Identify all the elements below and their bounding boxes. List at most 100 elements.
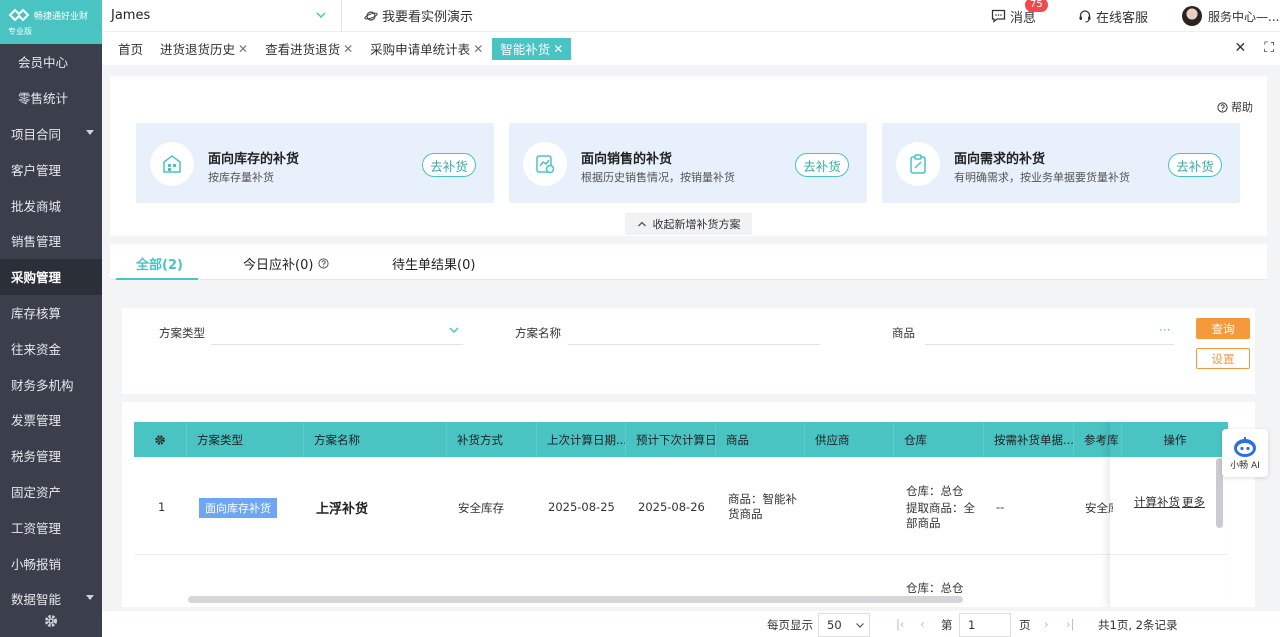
page-tab[interactable]: 查看进货退货 ✕ (257, 38, 361, 60)
more-link[interactable]: 更多 (1182, 494, 1205, 510)
chevron-down-icon[interactable] (448, 324, 460, 336)
sidebar-item-label: 会员中心 (18, 55, 69, 71)
sidebar-item[interactable]: 往来资金 (0, 330, 102, 366)
chevron-down-icon (856, 623, 864, 628)
demo-link[interactable]: 我要看实例演示 (364, 6, 473, 25)
page-tab[interactable]: 进货退货历史 ✕ (152, 38, 256, 60)
extract-goods-cell: 提取商品：全部商品 (906, 501, 975, 530)
replenish-card: 面向销售的补货 根据历史销售情况，按销量补货 去补货 (509, 123, 867, 203)
tab-today[interactable]: 今日应补(0) (243, 254, 330, 273)
sidebar-item[interactable]: 小畅报销 (0, 545, 102, 581)
avatar (1182, 6, 1202, 26)
plan-name: 上浮补货 (316, 502, 369, 517)
chevron-down-icon (316, 11, 326, 18)
column-header[interactable]: 商品 (716, 422, 805, 457)
go-replenish-button[interactable]: 去补货 (795, 153, 849, 177)
page-tab[interactable]: 采购申请单统计表 ✕ (362, 38, 491, 60)
replenish-method: 安全库存 (458, 501, 504, 515)
calc-replenish-link[interactable]: 计算补货 (1134, 494, 1180, 510)
per-page-value: 50 (827, 618, 842, 632)
sidebar-item[interactable]: 税务管理 (0, 438, 102, 474)
sidebar-item[interactable]: 财务多机构 (0, 366, 102, 402)
prev-page-icon[interactable]: ‹ (920, 617, 925, 631)
table-row[interactable]: 仓库：总仓 (134, 556, 1228, 596)
sidebar-item[interactable]: 发票管理 (0, 402, 102, 438)
sidebar-item[interactable]: 工资管理 (0, 509, 102, 545)
column-header[interactable]: 方案名称 (304, 422, 447, 457)
card-title: 面向库存的补货 (208, 152, 300, 167)
column-header[interactable]: 参考库 (1074, 422, 1122, 457)
page-tab[interactable]: 智能补货 ✕ (492, 37, 572, 60)
chevron-up-icon (637, 221, 646, 227)
column-header[interactable]: 补货方式 (447, 422, 537, 457)
close-tab-icon[interactable]: ✕ (238, 42, 248, 56)
sidebar-item-label: 批发商城 (11, 198, 62, 214)
column-header[interactable]: 预计下次计算日期 (626, 422, 716, 457)
brand[interactable]: 畅捷通好业财 专业版 (0, 0, 102, 44)
next-page-icon[interactable]: › (1044, 617, 1049, 631)
demo-label: 我要看实例演示 (382, 10, 474, 25)
page-input[interactable]: 1 (959, 613, 1011, 637)
go-replenish-button[interactable]: 去补货 (1168, 153, 1222, 177)
sidebar-item[interactable]: 采购管理 (0, 258, 102, 295)
plan-name-label: 方案名称 (515, 326, 561, 340)
tab-all[interactable]: 全部(2) (136, 254, 183, 273)
last-page-icon[interactable]: ›| (1066, 617, 1074, 631)
collapse-plans-button[interactable]: 收起新增补货方案 (625, 213, 752, 235)
sidebar-item[interactable]: 固定资产 (0, 474, 102, 510)
settings-gear-icon[interactable] (43, 613, 59, 629)
column-header[interactable]: 方案类型 (187, 422, 304, 457)
sidebar-item-label: 库存核算 (11, 305, 62, 321)
settings-button[interactable]: 设置 (1196, 348, 1250, 369)
close-tab-icon[interactable]: ✕ (473, 42, 483, 56)
replenish-card: 面向需求的补货 有明确需求，按业务单据要货量补货 去补货 (882, 123, 1240, 203)
service-label: 在线客服 (1095, 10, 1148, 26)
sidebar-item[interactable]: 库存核算 (0, 295, 102, 331)
sidebar-item[interactable]: 销售管理 (0, 223, 102, 259)
messages-button[interactable]: 消息 75 (991, 0, 1048, 26)
sidebar-item-label: 工资管理 (11, 520, 62, 536)
tab-pending-label: 待生单结果(0) (392, 258, 476, 273)
page-value: 1 (968, 618, 976, 632)
card-title: 面向需求的补货 (954, 152, 1046, 167)
query-button[interactable]: 查询 (1196, 318, 1250, 339)
sidebar-item[interactable]: 项目合同 (0, 116, 102, 152)
plan-type-select[interactable] (211, 344, 463, 345)
sidebar-item[interactable]: 数据智能 (0, 581, 102, 617)
table-row[interactable]: 1 面向库存补货 上浮补货 安全库存 2025-08-25 2025-08-26… (134, 457, 1228, 555)
sidebar-item[interactable]: 客户管理 (0, 151, 102, 187)
goods-more-button[interactable]: ··· (1159, 323, 1170, 337)
user-name: James (111, 8, 151, 23)
column-header[interactable]: 上次计算日期... (537, 422, 626, 457)
ai-assistant-button[interactable]: 小畅 AI (1222, 429, 1268, 477)
first-page-icon[interactable]: |‹ (896, 617, 904, 631)
fullscreen-icon[interactable]: ⛶ (1264, 40, 1274, 56)
sidebar-nav: 会员中心零售统计项目合同客户管理批发商城销售管理 采购管理库存核算往来资金 财务多机… (0, 44, 102, 617)
column-header[interactable]: 仓库 (894, 422, 984, 457)
help-link[interactable]: 帮助 (1217, 99, 1253, 115)
sidebar-item[interactable]: 批发商城 (0, 187, 102, 223)
horizontal-scrollbar[interactable] (188, 596, 963, 603)
column-header[interactable]: 操作 (1122, 422, 1228, 457)
go-replenish-button[interactable]: 去补货 (422, 153, 476, 177)
service-center-menu[interactable]: 服务中心—... (1182, 6, 1280, 26)
column-header[interactable]: 按需补货单据... (984, 422, 1074, 457)
tab-pending[interactable]: 待生单结果(0) (392, 254, 475, 273)
plan-name-input[interactable] (568, 344, 820, 345)
sidebar-item[interactable]: 零售统计 (0, 80, 102, 116)
sidebar-item-label: 项目合同 (11, 126, 62, 142)
online-service-button[interactable]: 在线客服 (1078, 7, 1148, 26)
per-page-select[interactable]: 50 (818, 613, 870, 637)
warehouse-cell: 仓库：总仓 (906, 484, 964, 498)
close-tab-icon[interactable]: ✕ (553, 42, 563, 56)
caret-down-icon (86, 594, 94, 600)
goods-input[interactable] (925, 344, 1174, 345)
page-tab[interactable]: 首页 (110, 38, 151, 60)
sidebar-item[interactable]: 会员中心 (0, 44, 102, 80)
column-settings-icon[interactable] (134, 422, 187, 457)
user-select[interactable]: James (102, 0, 342, 32)
replenish-cards: 面向库存的补货 按库存量补货 去补货 面向销售的补货 根据历史销售情况，按销量补货 去补货… (136, 123, 1240, 203)
close-tab-icon[interactable]: ✕ (343, 42, 353, 56)
column-header[interactable]: 供应商 (805, 422, 894, 457)
close-all-icon[interactable]: ✕ (1234, 40, 1246, 56)
